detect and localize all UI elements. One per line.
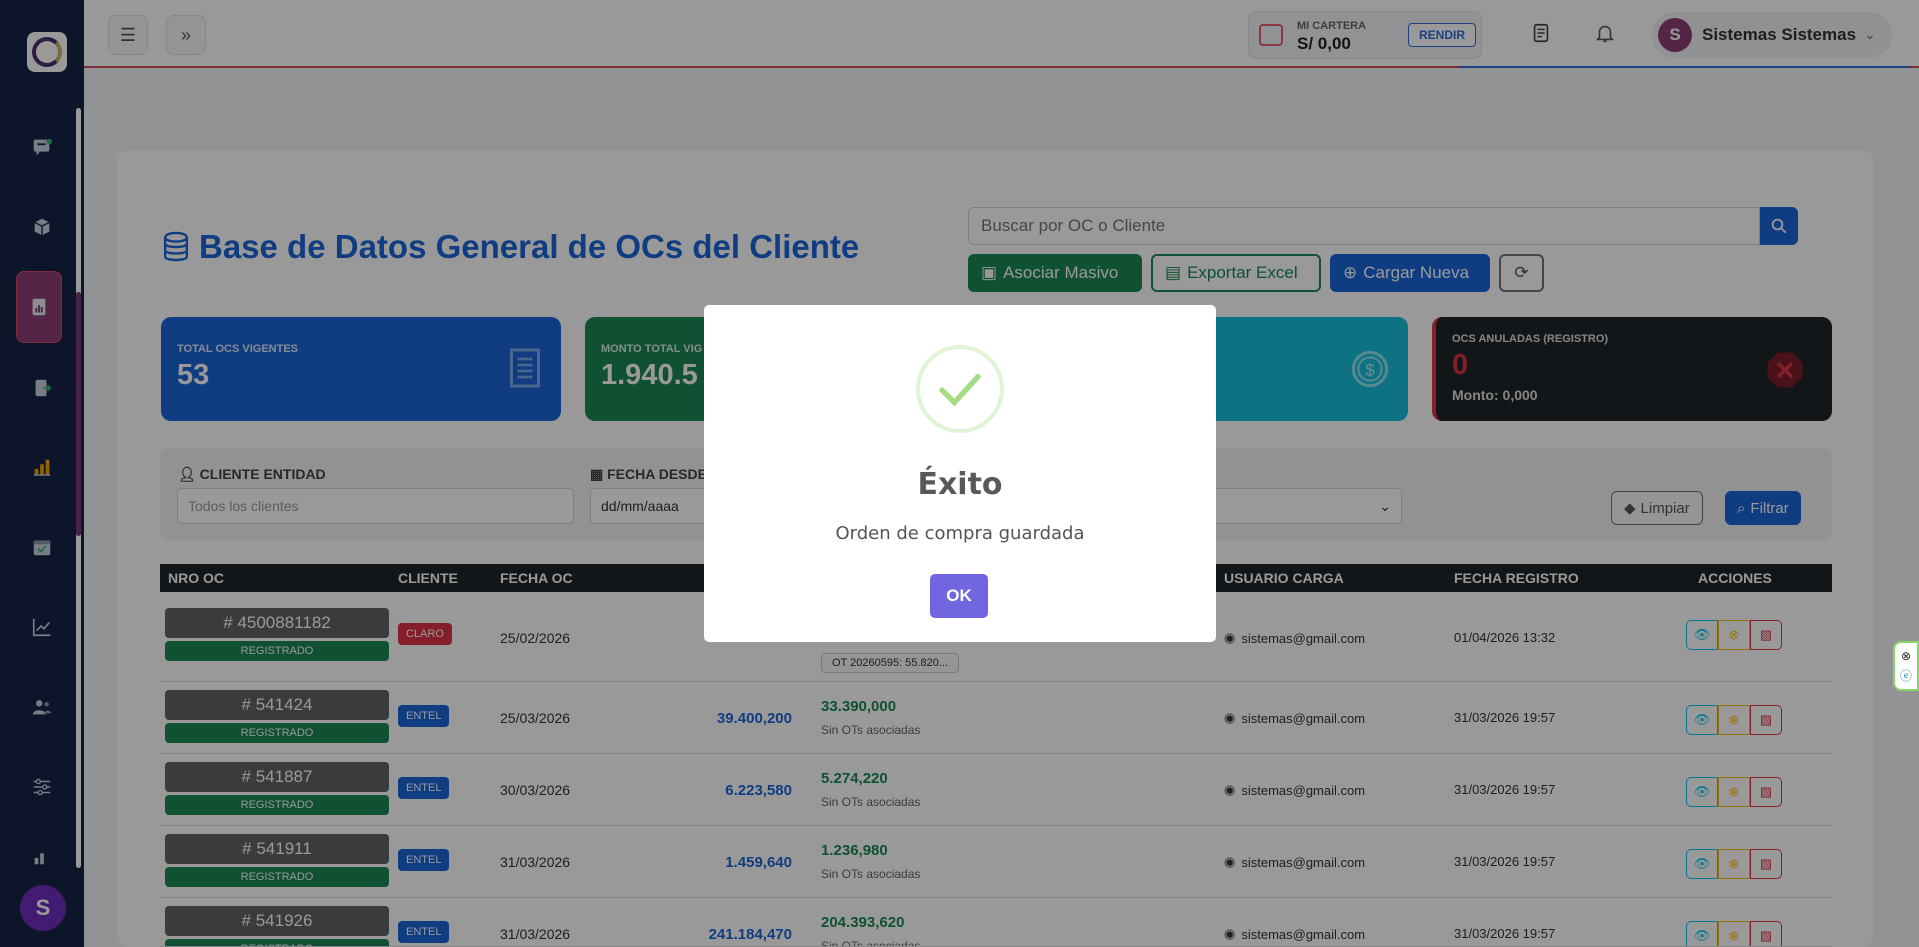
dialog-title: Éxito xyxy=(917,467,1003,502)
widget-icon[interactable]: ⓔ xyxy=(1900,667,1912,684)
side-widget[interactable]: ⊗ ⓔ xyxy=(1893,641,1919,691)
close-icon[interactable]: ⊗ xyxy=(1901,649,1911,663)
dialog-message: Orden de compra guardada xyxy=(835,523,1085,544)
success-check-icon xyxy=(916,345,1004,433)
success-dialog: Éxito Orden de compra guardada OK xyxy=(704,305,1216,642)
ok-button[interactable]: OK xyxy=(930,574,988,618)
